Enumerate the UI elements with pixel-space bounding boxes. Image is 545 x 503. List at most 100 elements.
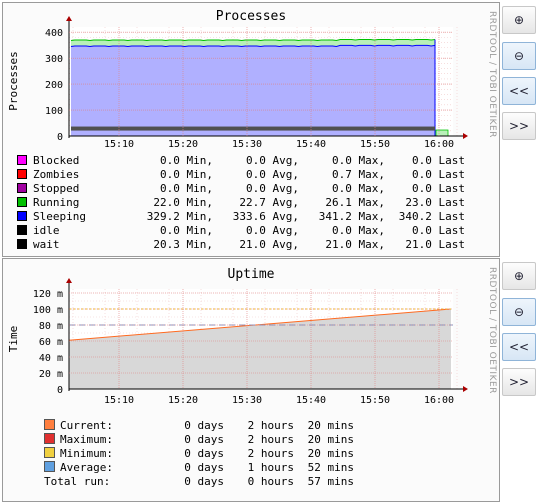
y-tick-label: 300 <box>45 54 63 65</box>
legend-last-value: 21.0 Last <box>405 237 465 251</box>
legend-max-value: 0.0 Max, <box>332 153 385 167</box>
legend-swatch <box>44 460 55 472</box>
x-tick-label: 15:40 <box>296 139 326 150</box>
legend-max-value: 21.0 Max, <box>325 237 385 251</box>
legend-series-name: Maximum: <box>60 432 113 446</box>
legend-hours-value: 2 hours <box>247 432 294 446</box>
legend-swatch <box>17 168 27 179</box>
forward-label: >> <box>508 375 530 389</box>
forward-label: >> <box>508 119 530 133</box>
legend-avg-value: 0.0 Avg, <box>246 153 299 167</box>
legend-last-value: 23.0 Last <box>405 195 465 209</box>
legend-hours-value: 2 hours <box>247 418 294 432</box>
y-tick-label: 40 m <box>39 353 63 364</box>
zoom-in-button[interactable]: ⊕ <box>502 6 536 34</box>
y-tick-label: 20 m <box>39 369 63 380</box>
legend-min-value: 0.0 Min, <box>160 223 213 237</box>
forward-button[interactable]: >> <box>502 368 536 396</box>
legend-series-name: Zombies <box>33 167 80 181</box>
legend-hours-value: 2 hours <box>247 446 294 460</box>
chart-title: Uptime <box>228 267 275 282</box>
y-tick-label: 100 m <box>33 305 63 316</box>
legend-min-value: 0.0 Min, <box>160 181 213 195</box>
legend-swatch <box>44 432 55 444</box>
legend-swatch <box>17 210 27 221</box>
total-run-label: Total run: <box>44 474 111 488</box>
legend-row: Blocked 0.0 Min, 0.0 Avg, 0.0 Max, 0.0 Last <box>17 153 465 167</box>
total-hours-value: 0 hours <box>247 474 294 488</box>
x-tick-label: 15:10 <box>104 395 134 406</box>
zoom-in-icon: ⊕ <box>513 269 525 283</box>
y-tick-label: 60 m <box>39 337 63 348</box>
legend-days-value: 0 days <box>184 446 224 460</box>
forward-button[interactable]: >> <box>502 112 536 140</box>
legend-swatch <box>44 446 55 458</box>
legend-avg-value: 0.0 Avg, <box>246 181 299 195</box>
zoom-out-icon: ⊖ <box>513 305 525 319</box>
legend-avg-value: 0.0 Avg, <box>246 223 299 237</box>
y-axis-label: Time <box>7 326 20 353</box>
legend-mins-value: 20 mins <box>307 418 354 432</box>
legend-mins-value: 20 mins <box>307 432 354 446</box>
x-tick-label: 15:30 <box>232 395 262 406</box>
legend-series-name: idle <box>33 223 60 237</box>
x-tick-label: 15:50 <box>360 139 390 150</box>
legend-swatch <box>44 418 55 430</box>
legend-last-value: 0.0 Last <box>412 167 465 181</box>
legend-avg-value: 333.6 Avg, <box>232 209 299 223</box>
legend-swatch <box>17 224 27 235</box>
legend-last-value: 340.2 Last <box>398 209 465 223</box>
uptime-chart: 0 20 m 40 m 60 m 80 m 100 m 120 m 15:10 15:20 15:… <box>7 267 468 406</box>
legend-row: Maximum: 0 days 2 hours 20 mins <box>44 432 354 446</box>
back-button[interactable]: << <box>502 333 536 361</box>
total-days-value: 0 days <box>184 474 224 488</box>
legend-row: Current: 0 days 2 hours 20 mins <box>44 418 354 432</box>
legend-max-value: 0.0 Max, <box>332 223 385 237</box>
legend-max-value: 0.0 Max, <box>332 181 385 195</box>
chart-title: Processes <box>216 9 286 24</box>
legend-min-value: 22.0 Min, <box>153 195 213 209</box>
processes-legend: Blocked 0.0 Min, 0.0 Avg, 0.0 Max, 0.0 Last Z… <box>17 153 465 251</box>
legend-swatch <box>17 196 27 207</box>
legend-min-value: 0.0 Min, <box>160 167 213 181</box>
legend-row: Stopped 0.0 Min, 0.0 Avg, 0.0 Max, 0.0 Last <box>17 181 465 195</box>
x-axis-arrow <box>463 133 468 139</box>
zoom-out-button[interactable]: ⊖ <box>502 42 536 70</box>
uptime-legend: Current: 0 days 2 hours 20 mins Maximum: 0 da… <box>44 418 354 488</box>
legend-row: idle 0.0 Min, 0.0 Avg, 0.0 Max, 0.0 Last <box>17 223 465 237</box>
y-tick-label: 200 <box>45 80 63 91</box>
legend-last-value: 0.0 Last <box>412 223 465 237</box>
back-label: << <box>508 84 530 98</box>
rrdtool-credit: RRDTOOL / TOBI OETIKER <box>487 267 497 394</box>
y-tick-label: 0 <box>57 385 63 396</box>
legend-series-name: Stopped <box>33 181 80 195</box>
zoom-out-button[interactable]: ⊖ <box>502 298 536 326</box>
zoom-in-icon: ⊕ <box>513 13 525 27</box>
y-tick-label: 0 <box>57 132 63 143</box>
y-axis-label: Processes <box>7 51 20 111</box>
y-axis-arrow <box>66 16 72 21</box>
wait-area <box>71 126 435 131</box>
processes-chart: 0 100 200 300 400 15:10 15:20 15:30 15:40 15:50 16… <box>7 9 468 150</box>
legend-swatch <box>17 238 27 249</box>
legend-avg-value: 0.0 Avg, <box>246 167 299 181</box>
back-button[interactable]: << <box>502 77 536 105</box>
legend-row: Running 22.0 Min, 22.7 Avg, 26.1 Max, 23.0 L… <box>17 195 465 209</box>
legend-days-value: 0 days <box>184 418 224 432</box>
x-tick-label: 16:00 <box>424 395 454 406</box>
legend-series-name: Running <box>33 195 80 209</box>
legend-series-name: Average: <box>60 460 113 474</box>
x-tick-label: 15:50 <box>360 395 390 406</box>
zoom-out-icon: ⊖ <box>513 49 525 63</box>
total-mins-value: 57 mins <box>307 474 354 488</box>
legend-mins-value: 52 mins <box>307 460 354 474</box>
x-tick-label: 15:20 <box>168 395 198 406</box>
legend-row: Minimum: 0 days 2 hours 20 mins <box>44 446 354 460</box>
legend-row: Sleeping 329.2 Min, 333.6 Avg, 341.2 Max, 34… <box>17 209 465 223</box>
legend-row: wait 20.3 Min, 21.0 Avg, 21.0 Max, 21.0 Last <box>17 237 465 251</box>
y-tick-label: 100 <box>45 106 63 117</box>
legend-max-value: 341.2 Max, <box>318 209 385 223</box>
y-tick-label: 120 m <box>33 289 63 300</box>
legend-days-value: 0 days <box>184 432 224 446</box>
zoom-in-button[interactable]: ⊕ <box>502 262 536 290</box>
